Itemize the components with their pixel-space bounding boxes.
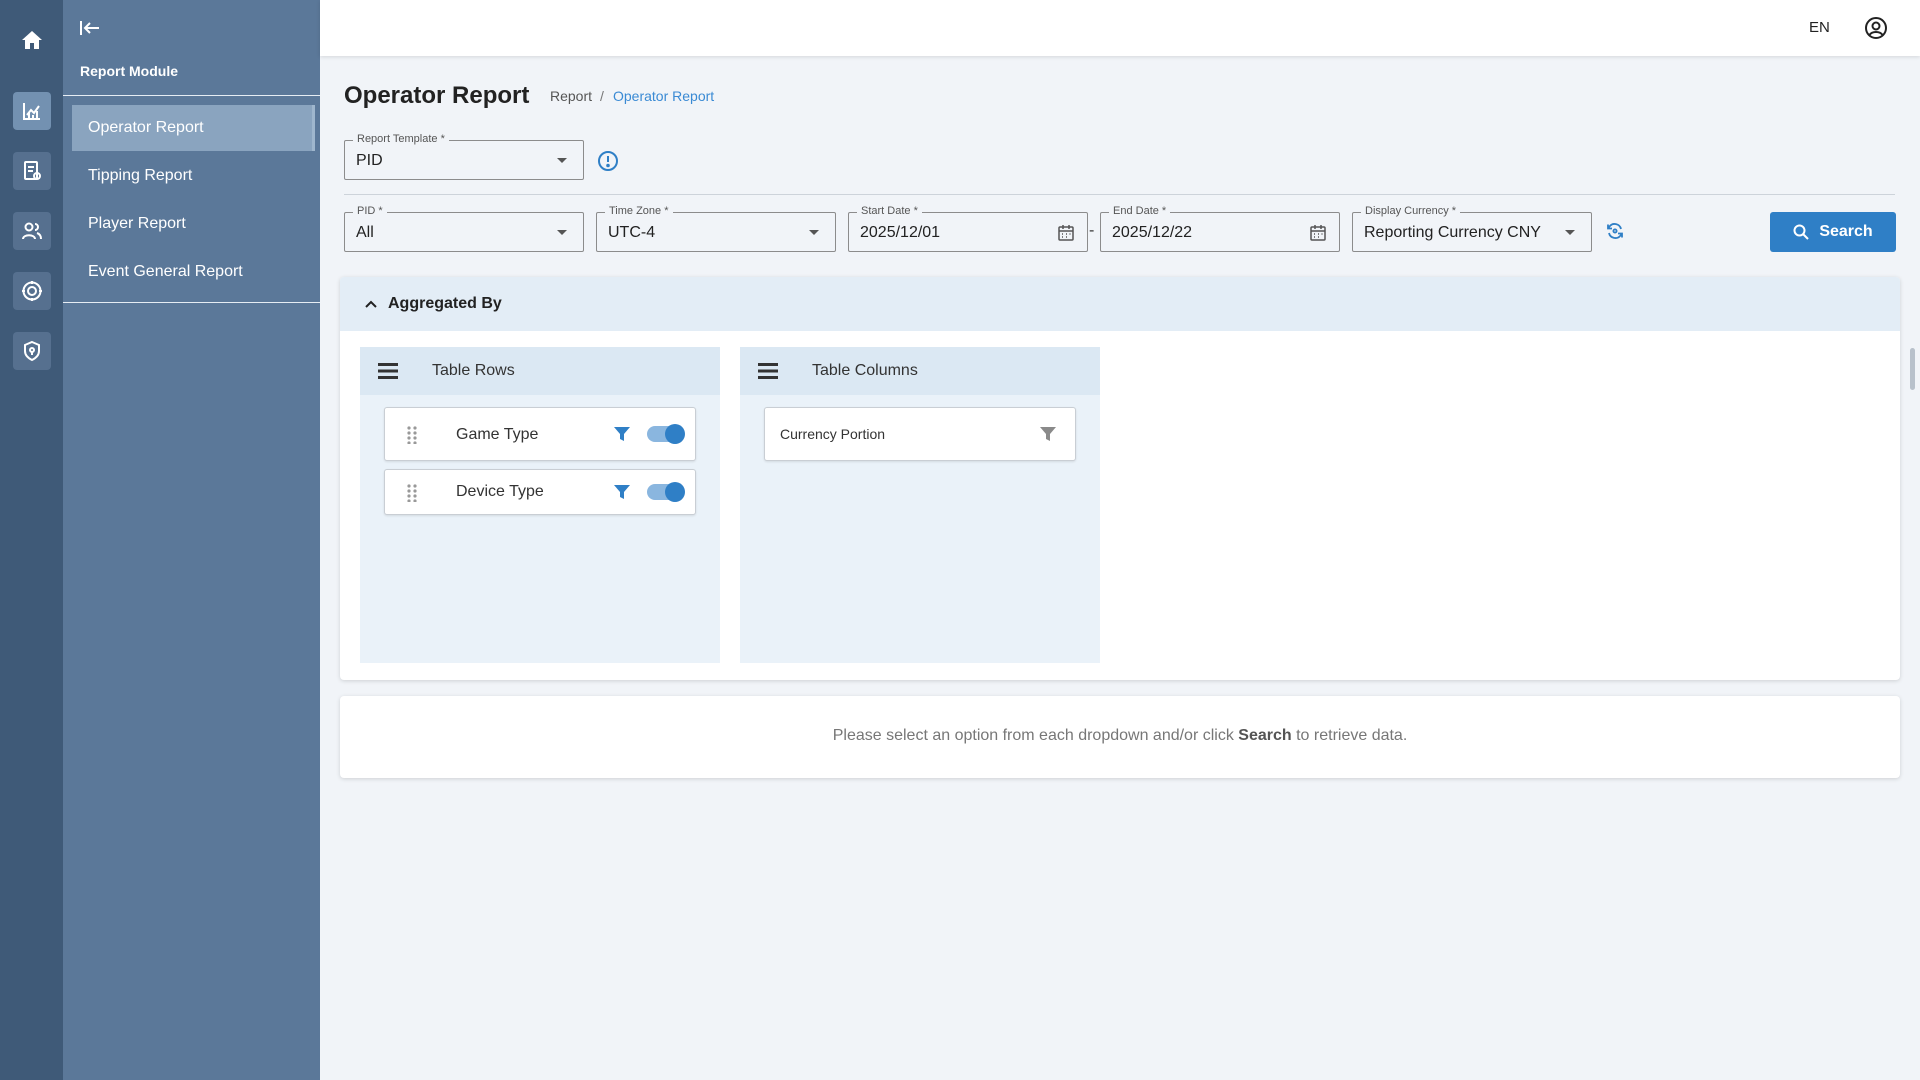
filter-icon[interactable] (1039, 425, 1057, 448)
language-switcher[interactable]: EN (1809, 19, 1830, 36)
divider (63, 95, 320, 96)
page-title: Operator Report (344, 82, 530, 109)
sidebar-item-label: Event General Report (88, 263, 243, 280)
aggregated-by-header[interactable]: Aggregated By (340, 277, 1900, 331)
field-label: Time Zone * (605, 205, 673, 218)
field-label: PID * (353, 205, 387, 218)
sidebar: Report Module Operator Report Tipping Re… (63, 0, 320, 1080)
info-icon[interactable] (597, 150, 619, 177)
search-icon (1793, 224, 1810, 240)
module-title: Report Module (80, 63, 178, 79)
chart-icon[interactable] (13, 92, 51, 130)
column-card-label: Currency Portion (780, 426, 886, 442)
field-label: Report Template * (353, 133, 449, 146)
sidebar-item-label: Operator Report (88, 119, 204, 136)
table-columns-title: Table Columns (812, 362, 918, 379)
menu-icon[interactable] (758, 362, 778, 385)
sidebar-item-event-general-report[interactable]: Event General Report (72, 249, 312, 295)
divider (344, 194, 1895, 195)
empty-state-text-end: to retrieve data. (1291, 727, 1408, 744)
breadcrumb-separator: / (600, 88, 604, 104)
row-enabled-toggle[interactable] (647, 424, 685, 444)
field-label: End Date * (1109, 205, 1171, 218)
date-range-separator: - (1089, 222, 1095, 239)
display-currency-select[interactable]: Display Currency * Reporting Currency CN… (1352, 205, 1592, 252)
chevron-down-icon (557, 158, 567, 163)
field-value: 2025/12/22 (1112, 224, 1193, 241)
sidebar-item-label: Tipping Report (88, 167, 193, 184)
breadcrumb-report[interactable]: Report (550, 88, 592, 104)
field-value: UTC-4 (608, 224, 656, 241)
column-card-currency-portion[interactable]: Currency Portion (764, 407, 1076, 461)
row-card-label: Device Type (456, 483, 544, 500)
field-label: Display Currency * (1361, 205, 1461, 218)
chevron-down-icon (557, 230, 567, 235)
calendar-icon[interactable] (1057, 224, 1075, 247)
sidebar-item-operator-report[interactable]: Operator Report (72, 105, 315, 151)
table-rows-column: Table Rows Game Type Device Type (360, 347, 720, 663)
row-card-game-type[interactable]: Game Type (384, 407, 696, 461)
target-icon[interactable] (13, 272, 51, 310)
chevron-down-icon (809, 230, 819, 235)
table-columns-column: Table Columns Currency Portion (740, 347, 1100, 663)
page-scrollbar[interactable] (1910, 348, 1915, 390)
drag-handle-icon[interactable] (407, 426, 417, 449)
filter-icon[interactable] (613, 425, 631, 448)
empty-state-search-word: Search (1238, 727, 1292, 744)
results-panel: Please select an option from each dropdo… (340, 696, 1900, 778)
aggregated-by-panel: Aggregated By Table Rows Game Type Devic… (340, 277, 1900, 680)
sidebar-item-tipping-report[interactable]: Tipping Report (72, 153, 312, 199)
chevron-down-icon (1565, 230, 1575, 235)
divider (63, 302, 320, 303)
menu-icon[interactable] (378, 362, 398, 385)
shield-icon[interactable] (13, 332, 51, 370)
row-enabled-toggle[interactable] (647, 482, 685, 502)
empty-state-text: Please select an option from each dropdo… (832, 727, 1239, 744)
calendar-icon[interactable] (1309, 224, 1327, 247)
search-button-label: Search (1819, 223, 1873, 240)
filter-icon[interactable] (613, 483, 631, 506)
top-bar: EN (320, 0, 1920, 56)
end-date-input[interactable]: End Date * 2025/12/22 (1100, 205, 1340, 252)
table-rows-header: Table Rows (360, 347, 720, 395)
chevron-up-icon[interactable] (364, 297, 378, 316)
collapse-sidebar-icon[interactable] (77, 17, 103, 39)
users-icon[interactable] (13, 212, 51, 250)
sidebar-item-player-report[interactable]: Player Report (72, 201, 312, 247)
report-document-icon[interactable] (13, 152, 51, 190)
field-value: Reporting Currency CNY (1364, 224, 1541, 241)
search-button[interactable]: Search (1770, 212, 1896, 252)
field-value: All (356, 224, 374, 241)
start-date-input[interactable]: Start Date * 2025/12/01 (848, 205, 1088, 252)
table-rows-title: Table Rows (432, 362, 515, 379)
row-card-device-type[interactable]: Device Type (384, 469, 696, 515)
user-account-icon[interactable] (1864, 16, 1888, 45)
field-value: 2025/12/01 (860, 224, 941, 241)
breadcrumb-current: Operator Report (613, 88, 715, 104)
time-zone-select[interactable]: Time Zone * UTC-4 (596, 205, 836, 252)
drag-handle-icon[interactable] (407, 484, 417, 507)
field-value: PID (356, 152, 383, 169)
home-icon[interactable] (13, 21, 51, 59)
report-template-select[interactable]: Report Template * PID (344, 133, 584, 180)
aggregated-by-title: Aggregated By (388, 295, 502, 312)
sidebar-item-label: Player Report (88, 215, 186, 232)
sync-currency-icon[interactable] (1605, 221, 1625, 246)
pid-select[interactable]: PID * All (344, 205, 584, 252)
field-label: Start Date * (857, 205, 922, 218)
row-card-label: Game Type (456, 426, 539, 443)
icon-rail (0, 0, 63, 1080)
table-columns-header: Table Columns (740, 347, 1100, 395)
empty-state-message: Please select an option from each dropdo… (340, 727, 1900, 745)
